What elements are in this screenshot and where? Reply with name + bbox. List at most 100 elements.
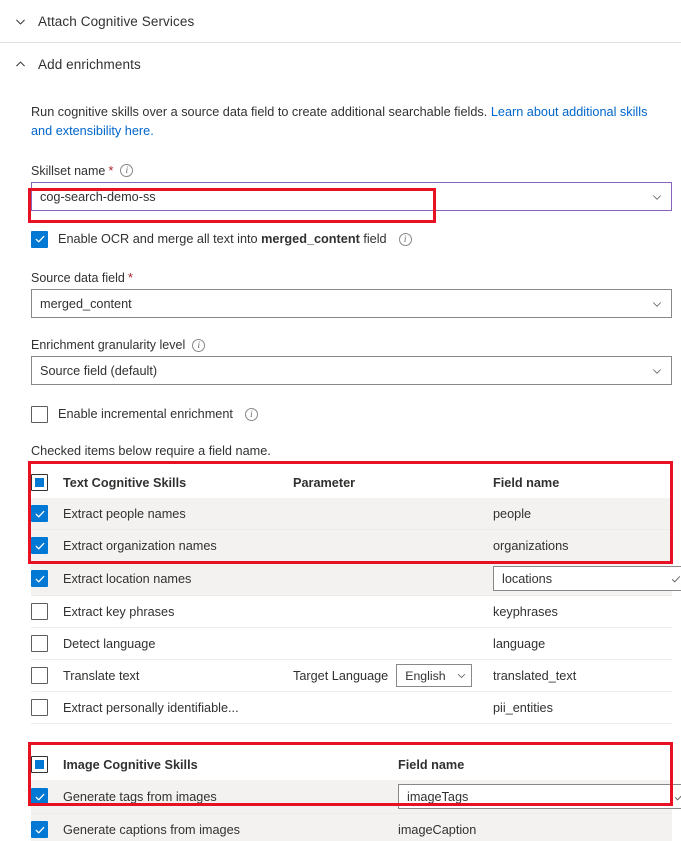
skill-field-cell: imageTags bbox=[398, 784, 681, 809]
ocr-label-lead: Enable OCR and merge all text into bbox=[58, 232, 262, 246]
info-icon[interactable]: i bbox=[398, 232, 412, 246]
field-name-input-imagetags[interactable]: imageTags bbox=[398, 784, 681, 809]
row-checkbox-cell bbox=[31, 788, 63, 805]
label-text: Enrichment granularity level bbox=[31, 338, 186, 352]
row-checkbox-cell bbox=[31, 537, 63, 554]
skill-name: Extract key phrases bbox=[63, 604, 175, 619]
table-row[interactable]: Extract personally identifiable... pii_e… bbox=[31, 692, 672, 724]
field-name-value: locations bbox=[502, 571, 553, 586]
target-language-value: English bbox=[405, 668, 446, 683]
row-checkbox-cell bbox=[31, 821, 63, 838]
skill-name: Generate tags from images bbox=[63, 789, 217, 804]
chevron-down-icon[interactable] bbox=[643, 183, 671, 210]
chevron-down-icon bbox=[9, 10, 31, 32]
row-checkbox-cell bbox=[31, 570, 63, 587]
source-data-field-label: Source data field * bbox=[31, 270, 681, 285]
enrichment-granularity-select[interactable]: Source field (default) bbox=[31, 356, 672, 385]
incremental-enrichment-checkbox[interactable] bbox=[31, 405, 48, 423]
table-row[interactable]: Extract location names locations bbox=[31, 562, 681, 596]
text-cognitive-skills-table: Text Cognitive Skills Parameter Field na… bbox=[31, 468, 681, 724]
skill-checkbox-detect-language[interactable] bbox=[31, 635, 48, 652]
skill-checkbox-extract-organization-names[interactable] bbox=[31, 537, 48, 554]
select-all-checkbox-image[interactable] bbox=[31, 756, 48, 773]
row-checkbox-cell bbox=[31, 635, 63, 652]
field-name-input-locations[interactable]: locations bbox=[493, 566, 681, 591]
row-checkbox-cell bbox=[31, 667, 63, 684]
skill-checkbox-generate-tags[interactable] bbox=[31, 788, 48, 805]
select-all-cell bbox=[31, 474, 63, 491]
column-header-parameter: Parameter bbox=[293, 475, 356, 490]
row-checkbox-cell bbox=[31, 505, 63, 522]
skill-field-name: language bbox=[493, 636, 546, 651]
table-header-row: Text Cognitive Skills Parameter Field na… bbox=[31, 468, 672, 498]
table-row[interactable]: Extract key phrases keyphrases bbox=[31, 596, 672, 628]
target-language-select[interactable]: English bbox=[396, 664, 472, 687]
enable-ocr-row[interactable]: Enable OCR and merge all text into merge… bbox=[31, 228, 681, 250]
skillset-configuration-page: Attach Cognitive Services Add enrichment… bbox=[0, 0, 681, 841]
table-row[interactable]: Detect language language bbox=[31, 628, 672, 660]
chevron-up-icon bbox=[9, 54, 31, 76]
skill-name: Extract people names bbox=[63, 506, 186, 521]
enable-ocr-label: Enable OCR and merge all text into merge… bbox=[58, 232, 387, 246]
enable-ocr-checkbox[interactable] bbox=[31, 230, 48, 248]
label-text: Source data field bbox=[31, 270, 125, 285]
enrichments-body: Run cognitive skills over a source data … bbox=[0, 103, 681, 841]
chevron-down-icon[interactable] bbox=[643, 357, 671, 384]
skill-checkbox-generate-captions[interactable] bbox=[31, 821, 48, 838]
required-asterisk: * bbox=[127, 270, 133, 285]
table-row[interactable]: Extract people names people bbox=[31, 498, 672, 530]
source-data-field-select[interactable]: merged_content bbox=[31, 289, 672, 318]
description-text: Run cognitive skills over a source data … bbox=[31, 103, 671, 141]
skill-name: Generate captions from images bbox=[63, 822, 241, 837]
field-name-value: imageTags bbox=[407, 789, 469, 804]
check-icon bbox=[663, 573, 681, 585]
description-lead: Run cognitive skills over a source data … bbox=[31, 105, 491, 119]
column-header-skill: Image Cognitive Skills bbox=[63, 757, 198, 772]
info-icon[interactable]: i bbox=[244, 407, 258, 421]
target-language-label: Target Language bbox=[293, 668, 389, 683]
incremental-enrichment-label: Enable incremental enrichment bbox=[58, 407, 233, 421]
skill-checkbox-extract-location-names[interactable] bbox=[31, 570, 48, 587]
select-all-checkbox[interactable] bbox=[31, 474, 48, 491]
incremental-enrichment-row[interactable]: Enable incremental enrichment i bbox=[31, 403, 681, 425]
skill-checkbox-translate-text[interactable] bbox=[31, 667, 48, 684]
table-row[interactable]: Generate captions from images imageCapti… bbox=[31, 814, 672, 841]
info-icon[interactable]: i bbox=[192, 338, 206, 352]
skill-name: Extract personally identifiable... bbox=[63, 700, 239, 715]
skill-field-name: organizations bbox=[493, 538, 569, 553]
source-data-field-value: merged_content bbox=[40, 296, 132, 311]
skill-field-name: imageCaption bbox=[398, 822, 477, 837]
skill-field-name: keyphrases bbox=[493, 604, 558, 619]
skill-checkbox-extract-key-phrases[interactable] bbox=[31, 603, 48, 620]
skill-name: Extract location names bbox=[63, 571, 192, 586]
required-asterisk: * bbox=[108, 163, 114, 178]
info-icon[interactable]: i bbox=[120, 164, 134, 177]
skill-field-cell: locations bbox=[493, 566, 681, 591]
ocr-label-field: merged_content bbox=[261, 232, 360, 246]
skillset-name-value: cog-search-demo-ss bbox=[40, 189, 156, 204]
skill-parameter-cell: Target Language English bbox=[293, 664, 493, 687]
chevron-down-icon[interactable] bbox=[643, 290, 671, 317]
select-all-cell bbox=[31, 756, 63, 773]
enrichment-granularity-value: Source field (default) bbox=[40, 363, 158, 378]
skill-name: Translate text bbox=[63, 668, 140, 683]
check-icon bbox=[666, 791, 681, 803]
column-header-skill: Text Cognitive Skills bbox=[63, 475, 187, 490]
ocr-label-tail: field bbox=[359, 232, 387, 246]
table-row[interactable]: Generate tags from images imageTags bbox=[31, 780, 681, 814]
skill-name: Extract organization names bbox=[63, 538, 217, 553]
section-title: Attach Cognitive Services bbox=[38, 13, 195, 29]
skillset-name-input[interactable]: cog-search-demo-ss bbox=[31, 182, 672, 211]
skill-field-name: people bbox=[493, 506, 532, 521]
row-checkbox-cell bbox=[31, 603, 63, 620]
table-row[interactable]: Extract organization names organizations bbox=[31, 530, 672, 562]
skill-field-name: pii_entities bbox=[493, 700, 553, 715]
skill-field-name: translated_text bbox=[493, 668, 577, 683]
column-header-field: Field name bbox=[493, 475, 560, 490]
enrichment-granularity-label: Enrichment granularity level i bbox=[31, 338, 681, 352]
table-row[interactable]: Translate text Target Language English t… bbox=[31, 660, 672, 692]
section-attach-cognitive-services[interactable]: Attach Cognitive Services bbox=[0, 0, 681, 43]
skill-checkbox-extract-people-names[interactable] bbox=[31, 505, 48, 522]
section-add-enrichments[interactable]: Add enrichments bbox=[0, 43, 681, 86]
skill-checkbox-extract-pii[interactable] bbox=[31, 699, 48, 716]
